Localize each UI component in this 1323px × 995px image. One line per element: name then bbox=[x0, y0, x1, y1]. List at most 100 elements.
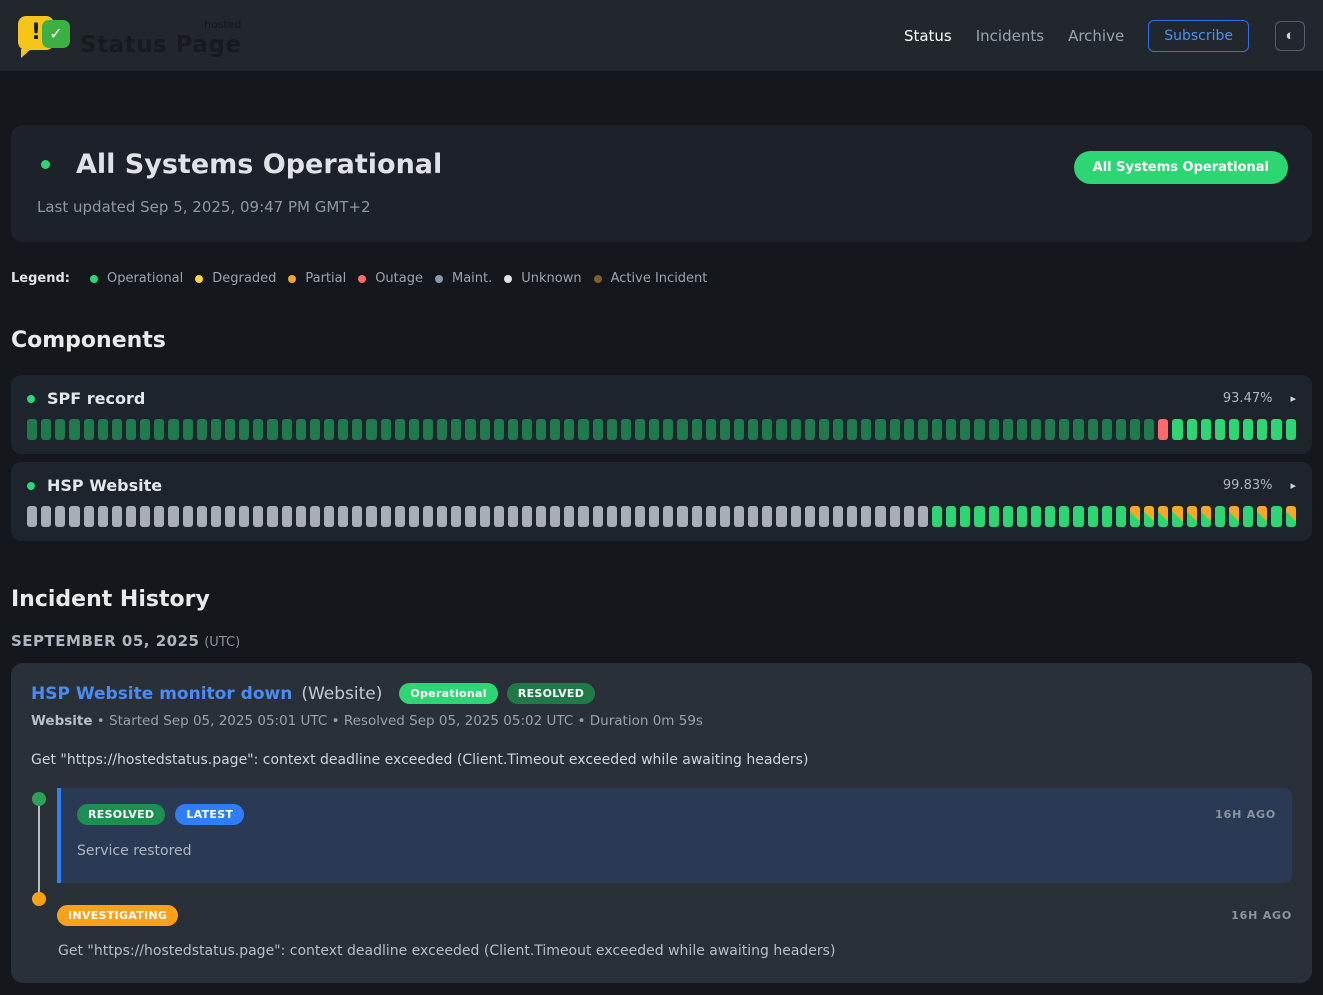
uptime-bar[interactable] bbox=[550, 506, 560, 527]
uptime-bar[interactable] bbox=[84, 506, 94, 527]
uptime-bar[interactable] bbox=[352, 419, 362, 440]
uptime-bar[interactable] bbox=[1130, 506, 1140, 527]
uptime-bar[interactable] bbox=[776, 506, 786, 527]
uptime-bar[interactable] bbox=[1116, 506, 1126, 527]
nav-link-status[interactable]: Status bbox=[904, 27, 952, 45]
uptime-bar[interactable] bbox=[593, 419, 603, 440]
uptime-bar[interactable] bbox=[154, 506, 164, 527]
uptime-bar[interactable] bbox=[310, 419, 320, 440]
uptime-bar[interactable] bbox=[1229, 506, 1239, 527]
uptime-bar[interactable] bbox=[819, 506, 829, 527]
uptime-bar[interactable] bbox=[366, 506, 376, 527]
uptime-bar[interactable] bbox=[1271, 506, 1281, 527]
uptime-bar[interactable] bbox=[1201, 506, 1211, 527]
uptime-bar[interactable] bbox=[480, 419, 490, 440]
uptime-bar[interactable] bbox=[197, 506, 207, 527]
uptime-bar[interactable] bbox=[1045, 419, 1055, 440]
uptime-bar[interactable] bbox=[55, 506, 65, 527]
uptime-bar[interactable] bbox=[267, 506, 277, 527]
uptime-bar[interactable] bbox=[239, 506, 249, 527]
uptime-bar[interactable] bbox=[1172, 506, 1182, 527]
uptime-bar[interactable] bbox=[989, 419, 999, 440]
uptime-bar[interactable] bbox=[338, 506, 348, 527]
uptime-bar[interactable] bbox=[211, 419, 221, 440]
uptime-bar[interactable] bbox=[1031, 506, 1041, 527]
uptime-bar[interactable] bbox=[564, 506, 574, 527]
uptime-bar[interactable] bbox=[1158, 506, 1168, 527]
uptime-bar[interactable] bbox=[1059, 506, 1069, 527]
uptime-bar[interactable] bbox=[480, 506, 490, 527]
uptime-bar[interactable] bbox=[352, 506, 362, 527]
uptime-bar[interactable] bbox=[918, 419, 928, 440]
incident-title-link[interactable]: HSP Website monitor down bbox=[31, 684, 292, 704]
uptime-bar[interactable] bbox=[918, 506, 928, 527]
uptime-bar[interactable] bbox=[861, 506, 871, 527]
uptime-bar[interactable] bbox=[536, 506, 546, 527]
uptime-bar[interactable] bbox=[1045, 506, 1055, 527]
uptime-bar[interactable] bbox=[663, 419, 673, 440]
uptime-bar[interactable] bbox=[168, 419, 178, 440]
uptime-bar[interactable] bbox=[593, 506, 603, 527]
subscribe-button[interactable]: Subscribe bbox=[1148, 20, 1249, 52]
uptime-bar[interactable] bbox=[706, 419, 716, 440]
expand-chevron-icon[interactable]: ▸ bbox=[1290, 392, 1296, 405]
uptime-bar[interactable] bbox=[451, 506, 461, 527]
uptime-bar[interactable] bbox=[720, 419, 730, 440]
uptime-bar[interactable] bbox=[607, 419, 617, 440]
uptime-bar[interactable] bbox=[41, 419, 51, 440]
uptime-bar[interactable] bbox=[1187, 419, 1197, 440]
uptime-bar[interactable] bbox=[1059, 419, 1069, 440]
uptime-bar[interactable] bbox=[890, 419, 900, 440]
uptime-bar[interactable] bbox=[409, 419, 419, 440]
uptime-bar[interactable] bbox=[621, 506, 631, 527]
uptime-bar[interactable] bbox=[578, 506, 588, 527]
uptime-bar[interactable] bbox=[1257, 419, 1267, 440]
uptime-bar[interactable] bbox=[989, 506, 999, 527]
uptime-bar[interactable] bbox=[1215, 419, 1225, 440]
uptime-bar[interactable] bbox=[494, 506, 504, 527]
uptime-bar[interactable] bbox=[381, 506, 391, 527]
uptime-bar[interactable] bbox=[437, 506, 447, 527]
uptime-bar[interactable] bbox=[183, 506, 193, 527]
uptime-bar[interactable] bbox=[663, 506, 673, 527]
uptime-bar[interactable] bbox=[98, 419, 108, 440]
uptime-bar[interactable] bbox=[27, 506, 37, 527]
uptime-bar[interactable] bbox=[649, 506, 659, 527]
uptime-bar[interactable] bbox=[126, 419, 136, 440]
uptime-bar[interactable] bbox=[225, 419, 235, 440]
uptime-bar[interactable] bbox=[366, 419, 376, 440]
uptime-bar[interactable] bbox=[112, 506, 122, 527]
uptime-bar[interactable] bbox=[395, 419, 405, 440]
uptime-bar[interactable] bbox=[1215, 506, 1225, 527]
uptime-bar[interactable] bbox=[168, 506, 178, 527]
uptime-bar[interactable] bbox=[183, 419, 193, 440]
uptime-bar[interactable] bbox=[324, 506, 334, 527]
uptime-bar[interactable] bbox=[296, 419, 306, 440]
uptime-bar[interactable] bbox=[267, 419, 277, 440]
uptime-bar[interactable] bbox=[409, 506, 419, 527]
uptime-bar[interactable] bbox=[564, 419, 574, 440]
uptime-bar[interactable] bbox=[875, 419, 885, 440]
uptime-bar[interactable] bbox=[932, 419, 942, 440]
uptime-bar[interactable] bbox=[1243, 506, 1253, 527]
uptime-bar[interactable] bbox=[833, 506, 843, 527]
uptime-bar[interactable] bbox=[282, 419, 292, 440]
uptime-bar[interactable] bbox=[1286, 506, 1296, 527]
uptime-bar[interactable] bbox=[734, 419, 744, 440]
uptime-bar[interactable] bbox=[508, 506, 518, 527]
uptime-bar[interactable] bbox=[1003, 419, 1013, 440]
uptime-bar[interactable] bbox=[522, 419, 532, 440]
uptime-bar[interactable] bbox=[253, 419, 263, 440]
uptime-bar[interactable] bbox=[225, 506, 235, 527]
uptime-bar[interactable] bbox=[960, 419, 970, 440]
uptime-bar[interactable] bbox=[960, 506, 970, 527]
uptime-bar[interactable] bbox=[762, 419, 772, 440]
uptime-bar[interactable] bbox=[1130, 419, 1140, 440]
uptime-bar[interactable] bbox=[1102, 419, 1112, 440]
uptime-bar[interactable] bbox=[1088, 506, 1098, 527]
uptime-bar[interactable] bbox=[1144, 506, 1154, 527]
uptime-bar[interactable] bbox=[734, 506, 744, 527]
uptime-bar[interactable] bbox=[706, 506, 716, 527]
uptime-bar[interactable] bbox=[55, 419, 65, 440]
uptime-bar[interactable] bbox=[635, 419, 645, 440]
